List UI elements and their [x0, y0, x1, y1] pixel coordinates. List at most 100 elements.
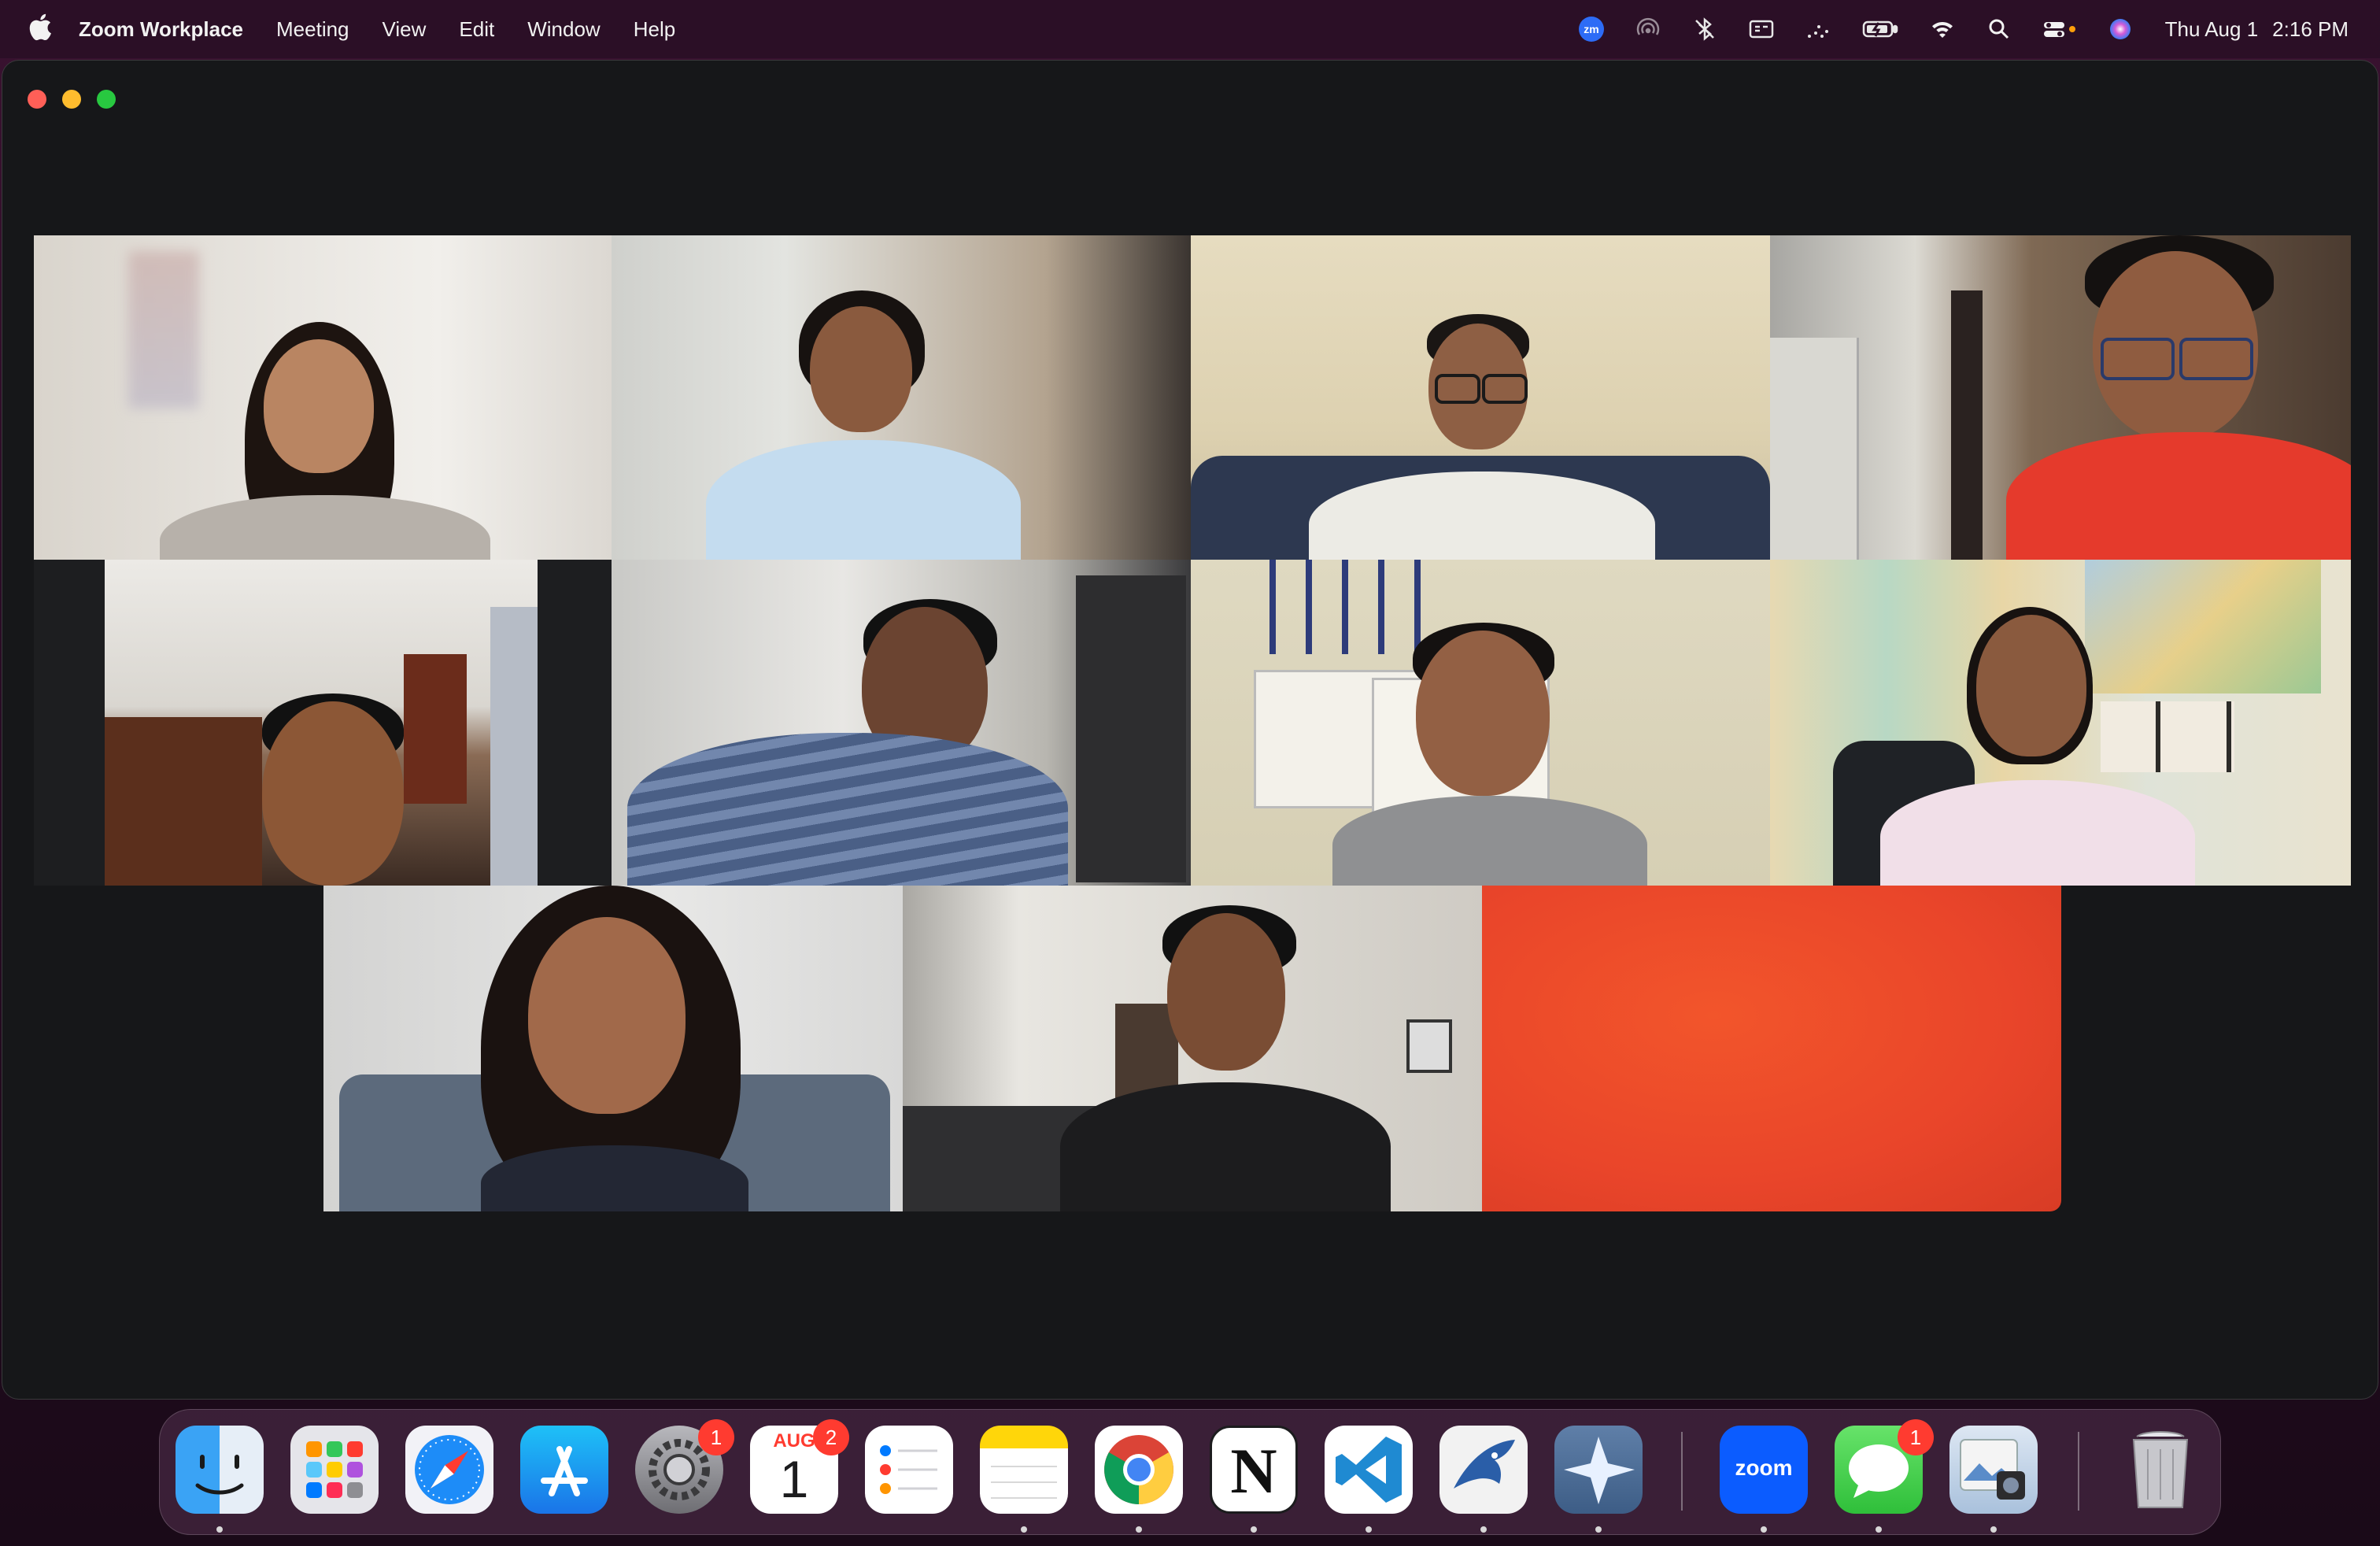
participant-shirt [1880, 780, 2195, 886]
zoom-icon[interactable]: zoom [1720, 1426, 1808, 1514]
participant-video-tile[interactable] [903, 886, 1482, 1211]
menubar-time[interactable]: 2:16 PM [2272, 17, 2349, 42]
menu-help[interactable]: Help [634, 17, 675, 42]
menu-app-name[interactable]: Zoom Workplace [79, 17, 243, 42]
bluetooth-icon[interactable] [1691, 16, 1718, 43]
running-indicator [1480, 1526, 1487, 1533]
notes-icon[interactable] [980, 1426, 1068, 1514]
medal-ribbons [1254, 560, 1443, 654]
participant-face [264, 339, 374, 473]
participant-video-tile[interactable] [1770, 560, 2351, 886]
calendar-day: 1 [779, 1450, 809, 1508]
menu-view[interactable]: View [382, 17, 427, 42]
running-indicator [216, 1526, 223, 1533]
participant-shirt [1060, 1082, 1391, 1211]
participant-video-tile[interactable] [1191, 560, 1770, 886]
dock-separator [2078, 1432, 2079, 1511]
siri-icon[interactable] [2107, 16, 2134, 43]
window-curtain [490, 607, 538, 886]
notification-badge: 1 [698, 1419, 734, 1455]
participant-face [810, 306, 912, 432]
menu-window[interactable]: Window [527, 17, 600, 42]
participant-video-tile[interactable] [1482, 886, 2061, 1211]
notion-icon[interactable]: N [1210, 1426, 1298, 1514]
participant-glasses [1435, 374, 1480, 404]
participant-shirt [2006, 432, 2351, 560]
window-controls [28, 90, 116, 109]
participant-face [1976, 615, 2086, 756]
kitchen-cabinets [105, 717, 262, 886]
running-indicator [1876, 1526, 1882, 1533]
safari-icon[interactable] [405, 1426, 493, 1514]
running-indicator [1366, 1526, 1372, 1533]
participant-glasses [2101, 338, 2175, 380]
participant-video-tile[interactable] [323, 886, 903, 1211]
video-frame [105, 560, 538, 886]
menu-edit[interactable]: Edit [459, 17, 494, 42]
menu-bar: Zoom Workplace Meeting View Edit Window … [0, 0, 2380, 58]
participant-face [262, 701, 404, 886]
bluej-icon[interactable] [1439, 1426, 1528, 1514]
shelf [1076, 575, 1186, 882]
battery-icon[interactable] [1861, 16, 1899, 43]
participant-video-tile[interactable] [34, 235, 612, 560]
menubar-date[interactable]: Thu Aug 1 [2165, 17, 2259, 42]
filing-cabinet [1770, 338, 1859, 560]
dock: 1 AUG 1 2 N zoom 1 [159, 1409, 2221, 1535]
reminders-icon[interactable] [865, 1426, 953, 1514]
participant-video-tile[interactable] [612, 235, 1191, 560]
participant-video-tile[interactable] [1191, 235, 1770, 560]
wifi-icon[interactable] [1929, 16, 1956, 43]
airdrop-icon[interactable] [1635, 16, 1661, 43]
zoom-status-icon[interactable]: zm [1578, 16, 1605, 43]
running-indicator [1021, 1526, 1027, 1533]
launchpad-icon[interactable] [290, 1426, 379, 1514]
svg-text:zm: zm [1584, 23, 1598, 35]
notification-badge: 1 [1898, 1419, 1934, 1455]
participant-video-tile[interactable] [34, 560, 612, 886]
preview-icon[interactable] [1949, 1426, 2038, 1514]
fullscreen-window-button[interactable] [97, 90, 116, 109]
trash-icon[interactable] [2116, 1426, 2204, 1514]
zoom-wordmark: zoom [1735, 1455, 1793, 1480]
participant-shirt [627, 733, 1068, 886]
calendar-icon[interactable]: AUG 1 2 [750, 1419, 849, 1514]
participant-face [528, 917, 686, 1114]
vscode-icon[interactable] [1325, 1426, 1413, 1514]
zoom-meeting-window [2, 60, 2378, 1400]
participant-video-tile[interactable] [612, 560, 1191, 886]
running-indicator [1595, 1526, 1602, 1533]
apple-menu-icon[interactable] [28, 13, 52, 46]
running-indicator [1761, 1526, 1767, 1533]
participant-glasses [2179, 338, 2253, 380]
kitchen-cabinets [404, 654, 467, 804]
finder-icon[interactable] [176, 1426, 264, 1514]
participant-shirt [1332, 796, 1647, 886]
running-indicator [1990, 1526, 1997, 1533]
participant-face [1167, 913, 1285, 1071]
chair-back [1951, 290, 1983, 560]
screen-mirror-icon[interactable] [1748, 16, 1775, 43]
dock-separator [1681, 1432, 1683, 1511]
close-window-button[interactable] [28, 90, 46, 109]
running-indicator [1251, 1526, 1257, 1533]
control-center-icon[interactable] [2042, 16, 2077, 43]
participant-face [1416, 631, 1550, 796]
participant-shirt [706, 440, 1021, 560]
participant-glasses [1482, 374, 1528, 404]
messages-icon[interactable]: 1 [1835, 1419, 1934, 1514]
participant-shirt [481, 1145, 748, 1211]
chrome-icon[interactable] [1095, 1426, 1183, 1514]
app-store-icon[interactable] [520, 1426, 608, 1514]
system-settings-icon[interactable]: 1 [635, 1419, 734, 1514]
wall-painting [2085, 560, 2321, 693]
picture-frames [2101, 701, 2234, 772]
stage-manager-icon[interactable] [1805, 16, 1831, 43]
menu-meeting[interactable]: Meeting [276, 17, 349, 42]
video-off-background [1482, 886, 2061, 1211]
blurred-flag-decor [128, 251, 199, 409]
spotlight-icon[interactable] [1986, 16, 2012, 43]
minimize-window-button[interactable] [62, 90, 81, 109]
participant-video-tile[interactable] [1770, 235, 2351, 560]
spark-icon[interactable] [1554, 1426, 1643, 1514]
